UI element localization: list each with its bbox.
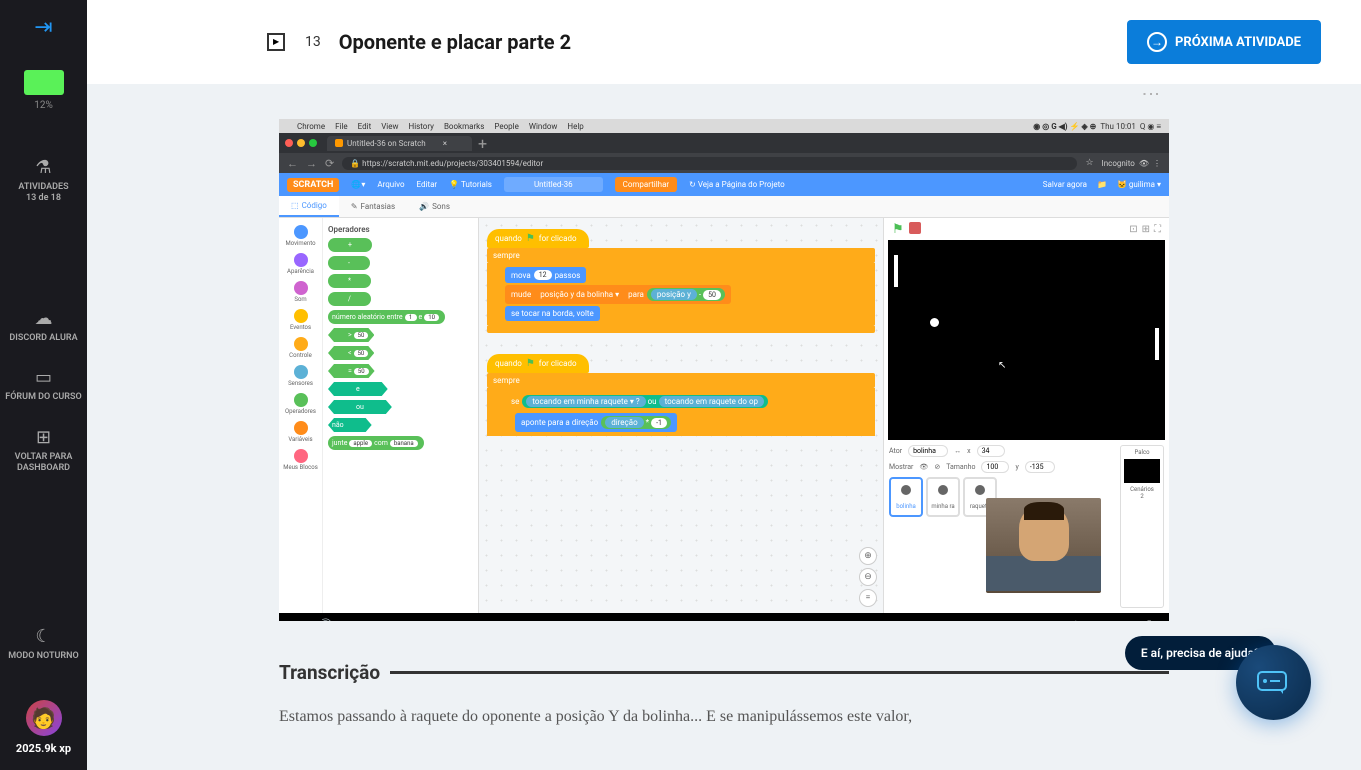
more-options-icon[interactable]: ⋮ bbox=[1140, 85, 1161, 101]
play-icon[interactable]: ▶ bbox=[291, 619, 302, 621]
video-icon bbox=[267, 33, 285, 51]
stage-preview: ↖ bbox=[888, 240, 1165, 440]
sprite-name-input bbox=[908, 445, 948, 457]
arrow-right-icon: → bbox=[1147, 32, 1167, 52]
settings-icon[interactable]: ⚙ bbox=[1069, 619, 1082, 621]
pip-icon[interactable]: ⧉ bbox=[1096, 619, 1106, 621]
transcript-text: Estamos passando à raquete do oponente a… bbox=[279, 704, 1169, 730]
sprite-thumb: bolinha bbox=[889, 477, 923, 517]
sprite-thumb: minha ra bbox=[926, 477, 960, 517]
address-bar: ←→⟳ 🔒 https://scratch.mit.edu/projects/3… bbox=[279, 153, 1169, 173]
video-player: ChromeFileEditViewHistoryBookmarksPeople… bbox=[279, 119, 1169, 621]
menu-toggle-icon[interactable]: ⇥ bbox=[34, 15, 52, 40]
sidebar-item-activities[interactable]: ⚗ ATIVIDADES 13 de 18 bbox=[0, 151, 87, 210]
discord-icon: ☁ bbox=[35, 308, 53, 329]
user-avatar[interactable]: 🧑 bbox=[26, 700, 62, 736]
video-frame[interactable]: ChromeFileEditViewHistoryBookmarksPeople… bbox=[279, 119, 1169, 621]
presenter-webcam bbox=[986, 498, 1101, 593]
flask-icon: ⚗ bbox=[35, 157, 51, 178]
zoom-reset-icon: = bbox=[859, 589, 877, 607]
sidebar-item-dashboard[interactable]: ⊞ VOLTAR PARA DASHBOARD bbox=[0, 421, 87, 480]
scratch-toolbar: SCRATCH 🌐▾ Arquivo Editar 💡 Tutorials Un… bbox=[279, 173, 1169, 196]
grid-icon: ⊞ bbox=[36, 427, 51, 448]
fullscreen-icon[interactable]: ⛶ bbox=[1147, 619, 1157, 621]
progress-indicator[interactable] bbox=[24, 70, 64, 95]
code-tab: ⬚Código bbox=[279, 196, 339, 217]
scratch-tabs: ⬚Código ✎Fantasias 🔊Sons bbox=[279, 196, 1169, 218]
sounds-tab: 🔊Sons bbox=[407, 196, 462, 217]
lesson-number: 13 bbox=[305, 34, 321, 50]
transcript-title: Transcrição bbox=[279, 661, 380, 684]
video-controls: ▶ 🔊 1:01 / 8:07 ≫ 1x ⚙ ⧉ ▭ ⛶ bbox=[279, 613, 1169, 621]
zoom-in-icon: ⊕ bbox=[859, 547, 877, 565]
next-activity-button[interactable]: → PRÓXIMA ATIVIDADE bbox=[1127, 20, 1321, 64]
lesson-title: Oponente e placar parte 2 bbox=[339, 30, 1127, 54]
theater-icon[interactable]: ▭ bbox=[1120, 619, 1133, 621]
chat-icon bbox=[1257, 671, 1291, 695]
progress-percent: 12% bbox=[34, 100, 53, 111]
sidebar-item-forum[interactable]: ▭ FÓRUM DO CURSO bbox=[0, 361, 87, 409]
green-flag-icon: ⚑ bbox=[892, 222, 904, 237]
browser-tab: Untitled-36 on Scratch × bbox=[327, 136, 472, 151]
help-fab-button[interactable] bbox=[1236, 645, 1311, 720]
block-categories: Movimento Aparência Som Eventos Controle… bbox=[279, 218, 323, 613]
volume-icon[interactable]: 🔊 bbox=[316, 619, 333, 621]
stop-icon bbox=[909, 222, 921, 234]
mac-menubar: ChromeFileEditViewHistoryBookmarksPeople… bbox=[279, 119, 1169, 133]
scratch-logo: SCRATCH bbox=[287, 178, 339, 192]
zoom-out-icon: ⊖ bbox=[859, 568, 877, 586]
sidebar-item-discord[interactable]: ☁ DISCORD ALURA bbox=[0, 302, 87, 350]
time-display: 1:01 / 8:07 bbox=[347, 621, 405, 622]
skip-icon[interactable]: ≫ bbox=[1015, 619, 1030, 621]
forum-icon: ▭ bbox=[35, 367, 52, 388]
block-palette: Operadores + - * / número aleatório entr… bbox=[323, 218, 478, 613]
speed-label[interactable]: 1x bbox=[1044, 621, 1056, 622]
transcript-section: Transcrição Estamos passando à raquete d… bbox=[279, 661, 1169, 730]
stage-thumb: Palco Cenários2 bbox=[1120, 445, 1164, 608]
browser-tabs: Untitled-36 on Scratch × + bbox=[279, 133, 1169, 153]
script-workspace: quando⚑for clicado sempre mova12passos m… bbox=[479, 218, 883, 613]
sidebar-item-nightmode[interactable]: ☾ MODO NOTURNO bbox=[0, 620, 87, 668]
lesson-header: 13 Oponente e placar parte 2 → PRÓXIMA A… bbox=[87, 0, 1361, 84]
left-sidebar: ⇥ 12% ⚗ ATIVIDADES 13 de 18 ☁ DISCORD AL… bbox=[0, 0, 87, 770]
costumes-tab: ✎Fantasias bbox=[339, 196, 407, 217]
xp-label: 2025.9k xp bbox=[16, 742, 71, 755]
moon-icon: ☾ bbox=[35, 626, 51, 647]
